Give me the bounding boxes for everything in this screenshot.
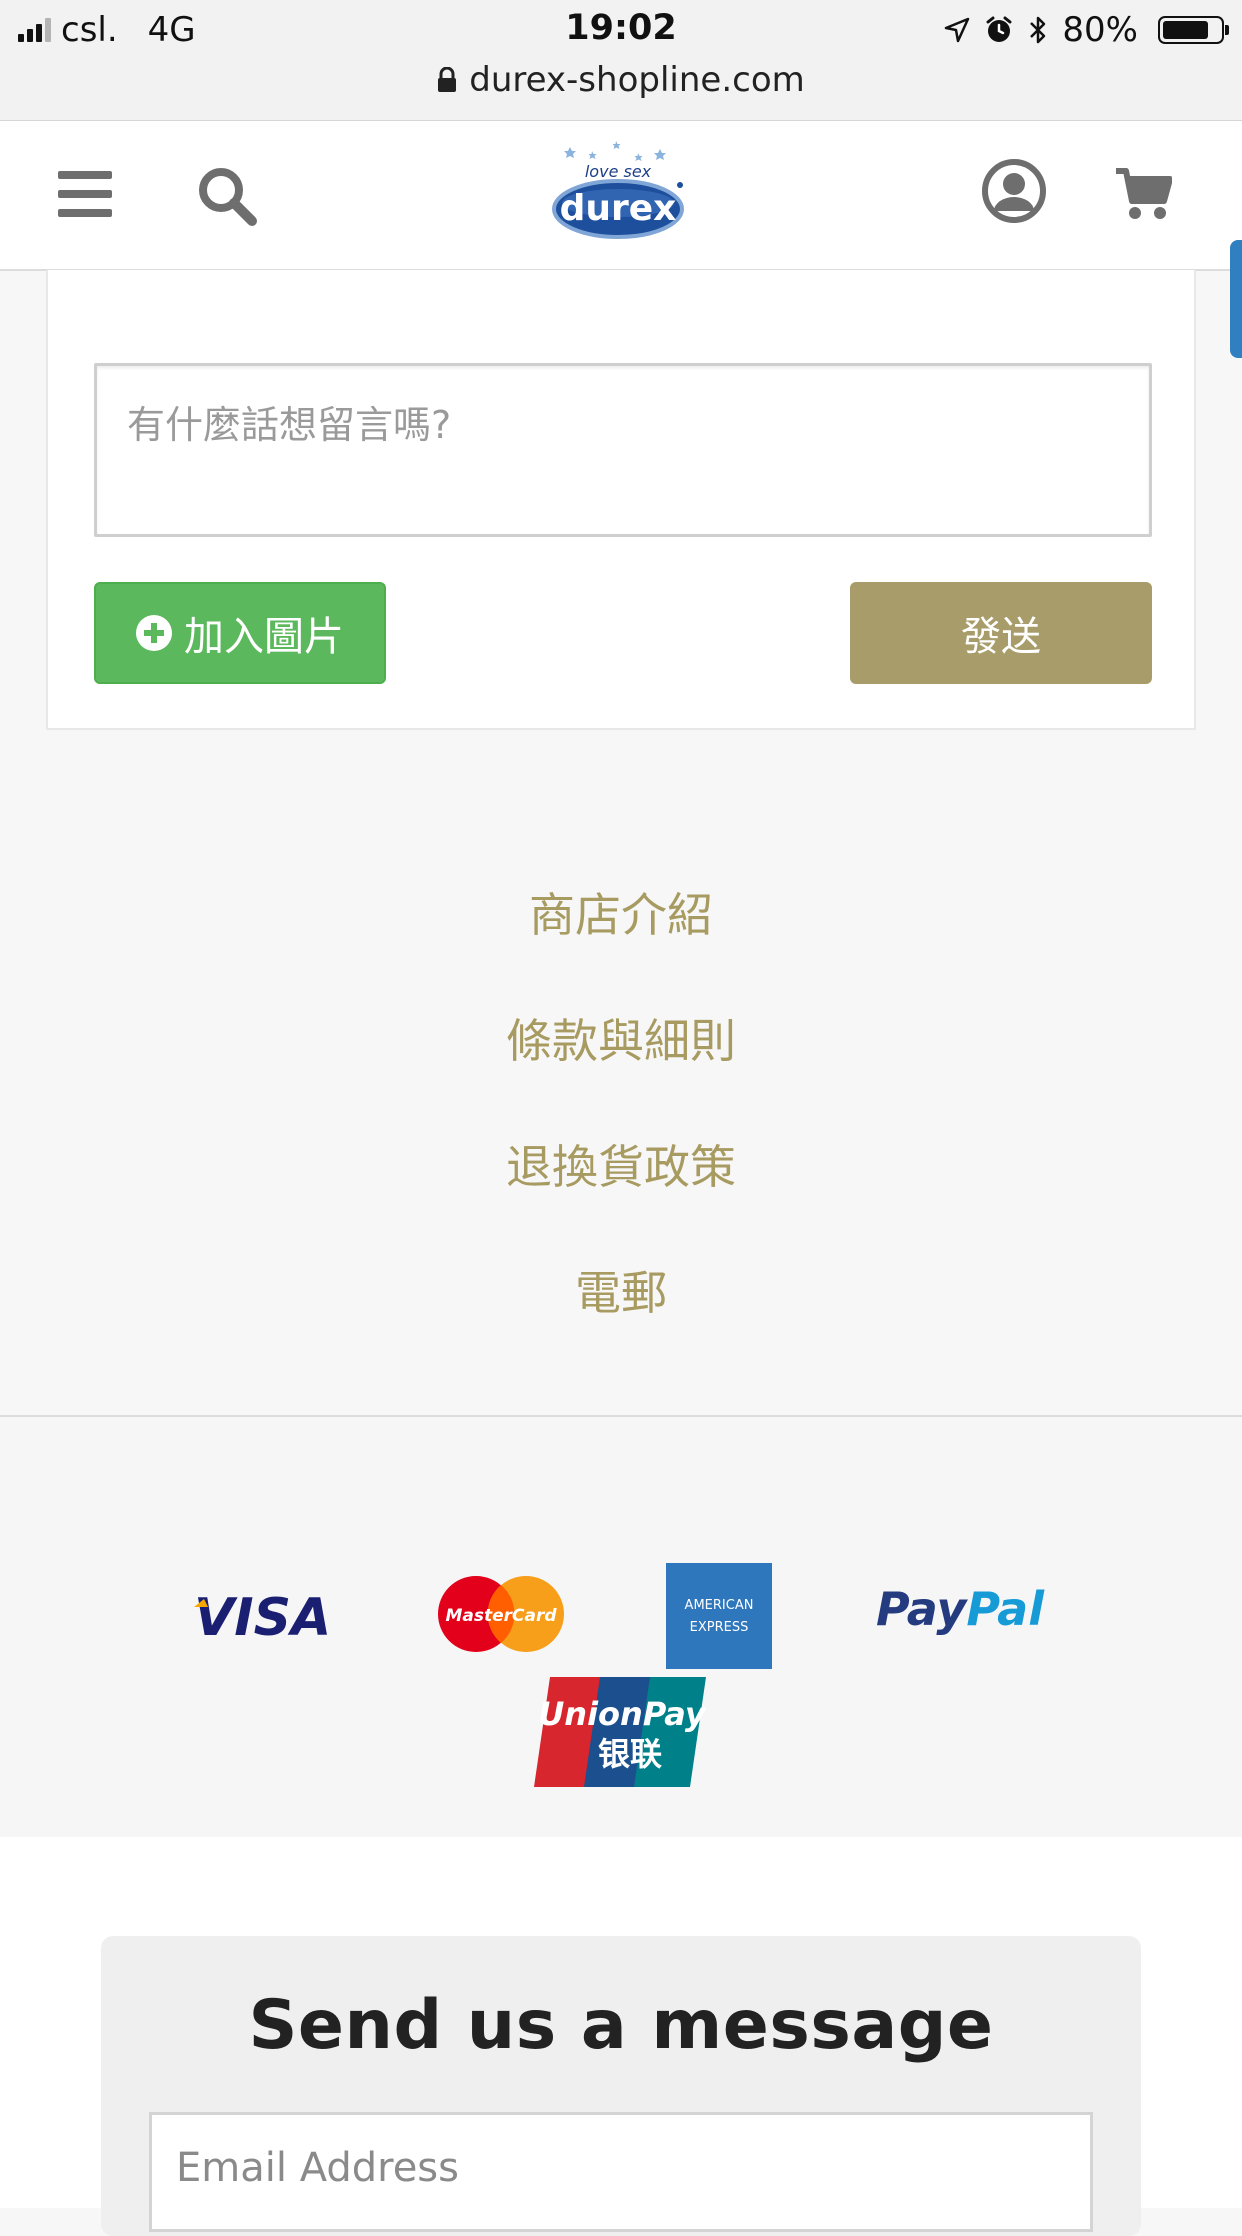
- svg-text:love sex: love sex: [585, 162, 652, 181]
- svg-text:VISA: VISA: [194, 1588, 331, 1645]
- unionpay-logo-icon: UnionPay 银联: [534, 1677, 707, 1787]
- footer-link-email[interactable]: 電郵: [0, 1248, 1242, 1374]
- send-button[interactable]: 發送: [850, 582, 1152, 684]
- alarm-icon: [986, 16, 1012, 42]
- svg-text:MasterCard: MasterCard: [445, 1606, 557, 1626]
- address-bar[interactable]: durex-shopline.com: [0, 58, 1242, 102]
- svg-text:EXPRESS: EXPRESS: [690, 1620, 749, 1635]
- status-right: 80%: [944, 8, 1229, 52]
- footer-link-return-policy[interactable]: 退換貨政策: [0, 1122, 1242, 1248]
- url-text: durex-shopline.com: [469, 60, 805, 100]
- footer-link-terms[interactable]: 條款與細則: [0, 996, 1242, 1122]
- add-image-button[interactable]: 加入圖片: [94, 582, 386, 684]
- brand-logo[interactable]: love sex durex: [548, 139, 688, 249]
- battery-icon: [1158, 16, 1229, 44]
- contact-card: Send us a message Email Address: [101, 1936, 1141, 2236]
- menu-icon[interactable]: [58, 171, 112, 217]
- comment-form: 有什麼話想留言嗎? 加入圖片 發送: [46, 270, 1196, 730]
- plus-circle-icon: [136, 615, 172, 651]
- bluetooth-icon: [1030, 16, 1046, 44]
- contact-title: Send us a message: [248, 1986, 994, 2065]
- svg-text:AMERICAN: AMERICAN: [685, 1598, 754, 1613]
- svg-text:UnionPay: UnionPay: [538, 1695, 707, 1733]
- comment-textarea[interactable]: 有什麼話想留言嗎?: [94, 363, 1152, 537]
- footer-links: 商店介紹 條款與細則 退換貨政策 電郵: [0, 870, 1242, 1374]
- site-header: love sex durex: [0, 121, 1242, 271]
- svg-text:durex: durex: [560, 188, 677, 229]
- amex-logo-icon: AMERICAN EXPRESS: [666, 1563, 772, 1669]
- account-icon[interactable]: [982, 159, 1046, 223]
- paypal-logo-icon: PayPal: [876, 1582, 1045, 1636]
- footer-link-store-intro[interactable]: 商店介紹: [0, 870, 1242, 996]
- svg-text:银联: 银联: [598, 1735, 662, 1773]
- visa-logo-icon: VISA: [194, 1588, 331, 1645]
- battery-percent: 80%: [1062, 10, 1138, 50]
- add-image-label: 加入圖片: [184, 614, 344, 660]
- payment-methods: VISA MasterCard AMERICAN EXPRESS PayPal …: [0, 1417, 1242, 1837]
- mastercard-logo-icon: MasterCard: [438, 1576, 564, 1652]
- lock-icon: [438, 67, 457, 92]
- status-bar: csl. 4G 19:02 80% durex-shopline.com: [0, 0, 1242, 121]
- email-field[interactable]: Email Address: [149, 2112, 1093, 2232]
- battery-level: [1163, 21, 1208, 39]
- svg-text:PayPal: PayPal: [876, 1582, 1045, 1636]
- side-feedback-tab[interactable]: [1230, 240, 1242, 358]
- cart-icon[interactable]: [1114, 167, 1172, 221]
- durex-logo-icon: love sex durex: [552, 141, 684, 239]
- location-icon: [945, 17, 970, 43]
- search-icon[interactable]: [196, 165, 258, 227]
- contact-section: Send us a message Email Address: [0, 1837, 1242, 2236]
